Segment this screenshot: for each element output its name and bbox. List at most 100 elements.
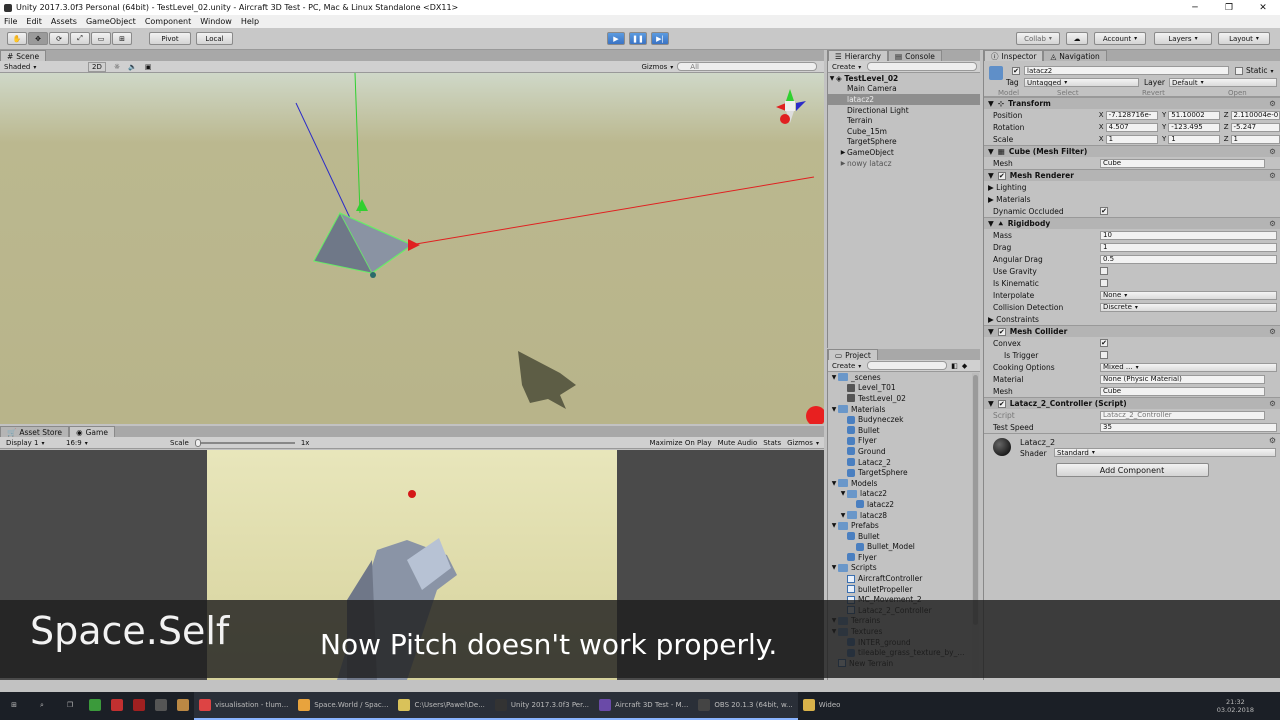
- materials-foldout[interactable]: ▶ Materials: [984, 193, 1280, 205]
- expand-arrow-icon[interactable]: ▼: [830, 564, 838, 571]
- play-button[interactable]: ▶: [607, 32, 625, 45]
- x-arrow-icon[interactable]: [408, 239, 420, 251]
- pause-button[interactable]: ❚❚: [629, 32, 647, 45]
- scale-slider-thumb[interactable]: [194, 438, 201, 447]
- account-dropdown[interactable]: Account: [1094, 32, 1146, 45]
- hierarchy-search-input[interactable]: [867, 62, 978, 71]
- model-revert-button[interactable]: Revert: [1142, 89, 1165, 97]
- layers-dropdown[interactable]: Layers: [1154, 32, 1212, 45]
- pivot-toggle[interactable]: Pivot: [149, 32, 191, 45]
- expand-arrow-icon[interactable]: ▶: [839, 160, 847, 167]
- meshcollider-enabled-checkbox[interactable]: ✔: [997, 327, 1006, 336]
- project-tree-item[interactable]: Bullet: [828, 531, 980, 542]
- rigidbody-property-field[interactable]: 10: [1100, 230, 1277, 240]
- transform-component-header[interactable]: ▼ ⊹ Transform ⚙: [984, 97, 1280, 109]
- model-open-button[interactable]: Open: [1228, 89, 1247, 97]
- component-settings-icon[interactable]: ⚙: [1269, 147, 1276, 156]
- task-view-icon[interactable]: ❐: [56, 692, 84, 720]
- project-tree-item[interactable]: latacz2: [828, 499, 980, 510]
- fold-arrow-icon[interactable]: ▼: [988, 327, 994, 336]
- taskbar-pinned-app[interactable]: [172, 692, 194, 720]
- scale-x-field[interactable]: 1: [1105, 134, 1158, 144]
- rigidbody-property-dropdown[interactable]: None: [1100, 290, 1277, 300]
- hierarchy-item[interactable]: Directional Light: [828, 105, 980, 116]
- menu-component[interactable]: Component: [145, 17, 191, 26]
- menu-gameobject[interactable]: GameObject: [86, 17, 136, 26]
- collab-dropdown[interactable]: Collab: [1016, 32, 1060, 45]
- script-component-header[interactable]: ▼ ✔ Latacz_2_Controller (Script) ⚙: [984, 397, 1280, 409]
- start-icon[interactable]: ⊞: [0, 692, 28, 720]
- lighting-foldout[interactable]: ▶ Lighting: [984, 181, 1280, 193]
- taskbar-item[interactable]: Wideo: [798, 692, 846, 720]
- mesh-field[interactable]: Cube: [1100, 158, 1265, 168]
- y-arrow-icon[interactable]: [356, 199, 368, 211]
- hierarchy-item-selected[interactable]: latacz2: [828, 94, 980, 105]
- expand-arrow-icon[interactable]: ▼: [830, 480, 838, 487]
- expand-arrow-icon[interactable]: ▶: [839, 149, 847, 156]
- taskbar-pinned-app[interactable]: [128, 692, 150, 720]
- rotation-z-field[interactable]: -5.247: [1230, 122, 1280, 132]
- taskbar-item[interactable]: visualisation - tlum...: [194, 692, 294, 720]
- menu-file[interactable]: File: [4, 17, 17, 26]
- hierarchy-item[interactable]: Main Camera: [828, 84, 980, 95]
- game-gizmos-dropdown[interactable]: Gizmos: [787, 439, 819, 447]
- effects-icon[interactable]: ▣: [145, 63, 152, 71]
- constraints-foldout[interactable]: ▶ Constraints: [984, 313, 1280, 325]
- project-tree-item[interactable]: Level_T01: [828, 383, 980, 394]
- static-dropdown[interactable]: Static: [1246, 66, 1273, 75]
- project-tree-item[interactable]: TargetSphere: [828, 467, 980, 478]
- hierarchy-scene-root[interactable]: ▼ ◈ TestLevel_02: [828, 73, 980, 84]
- project-tree-item[interactable]: ▼ Prefabs: [828, 520, 980, 531]
- aspect-dropdown[interactable]: 16:9: [60, 439, 160, 447]
- project-tree-item[interactable]: ▼ latacz8: [828, 510, 980, 521]
- position-x-field[interactable]: -7.128716e-: [1105, 110, 1158, 120]
- expand-arrow-icon[interactable]: ▼: [830, 374, 838, 381]
- scale-tool-icon[interactable]: ⤢: [70, 32, 90, 45]
- taskbar-item[interactable]: OBS 20.1.3 (64bit, w...: [693, 692, 798, 720]
- active-checkbox[interactable]: ✔: [1012, 67, 1020, 75]
- material-section[interactable]: Latacz_2 Shader Standard ⚙: [984, 433, 1280, 458]
- cooking-dropdown[interactable]: Mixed ...: [1100, 362, 1277, 372]
- trigger-checkbox[interactable]: [1100, 351, 1108, 359]
- meshfilter-component-header[interactable]: ▼ ▦ Cube (Mesh Filter) ⚙: [984, 145, 1280, 157]
- hierarchy-item[interactable]: ▶ GameObject: [828, 147, 980, 158]
- rotate-tool-icon[interactable]: ⟳: [49, 32, 69, 45]
- tab-hierarchy[interactable]: ☰ Hierarchy: [828, 50, 888, 61]
- hand-tool-icon[interactable]: ✋: [7, 32, 27, 45]
- project-create-button[interactable]: Create: [832, 362, 861, 370]
- hierarchy-item[interactable]: Cube_15m: [828, 126, 980, 137]
- gizmos-dropdown[interactable]: Gizmos: [641, 63, 673, 71]
- scene-view[interactable]: [0, 73, 824, 424]
- project-tree-item[interactable]: AircraftController: [828, 573, 980, 584]
- cloud-icon[interactable]: ☁: [1066, 32, 1088, 45]
- stats-toggle[interactable]: Stats: [763, 439, 781, 447]
- fold-arrow-icon[interactable]: ▼: [988, 399, 994, 408]
- scale-y-field[interactable]: 1: [1168, 134, 1220, 144]
- rotation-x-field[interactable]: 4.507: [1105, 122, 1158, 132]
- model-select-button[interactable]: Select: [1057, 89, 1079, 97]
- project-tree-item[interactable]: Bullet: [828, 425, 980, 436]
- tab-asset-store[interactable]: 🛒 Asset Store: [0, 426, 70, 437]
- tab-project[interactable]: ▭ Project: [828, 349, 878, 360]
- maximize-on-play-toggle[interactable]: Maximize On Play: [649, 439, 711, 447]
- tab-inspector[interactable]: ⓘ Inspector: [984, 50, 1044, 61]
- scale-z-field[interactable]: 1: [1230, 134, 1280, 144]
- pivot-handle[interactable]: [370, 272, 376, 278]
- tab-navigation[interactable]: ◬ Navigation: [1043, 50, 1107, 61]
- project-scrollbar-thumb[interactable]: [973, 375, 978, 625]
- project-tree-item[interactable]: TestLevel_02: [828, 393, 980, 404]
- tag-dropdown[interactable]: Untagged: [1024, 78, 1139, 87]
- audio-icon[interactable]: 🔈: [128, 63, 137, 71]
- project-tree-item[interactable]: bulletPropeller: [828, 584, 980, 595]
- component-settings-icon[interactable]: ⚙: [1269, 327, 1276, 336]
- expand-arrow-icon[interactable]: ▼: [830, 406, 838, 413]
- close-icon[interactable]: ✕: [1246, 0, 1280, 15]
- project-tree-item[interactable]: ▼ Models: [828, 478, 980, 489]
- component-settings-icon[interactable]: ⚙: [1269, 399, 1276, 408]
- light-icon[interactable]: ☼: [114, 63, 120, 71]
- meshcollider-component-header[interactable]: ▼ ✔ Mesh Collider ⚙: [984, 325, 1280, 337]
- project-tree-item[interactable]: ▼ latacz2: [828, 489, 980, 500]
- test-speed-field[interactable]: 35: [1100, 422, 1277, 432]
- fold-arrow-icon[interactable]: ▼: [988, 99, 994, 108]
- meshrenderer-component-header[interactable]: ▼ ✔ Mesh Renderer ⚙: [984, 169, 1280, 181]
